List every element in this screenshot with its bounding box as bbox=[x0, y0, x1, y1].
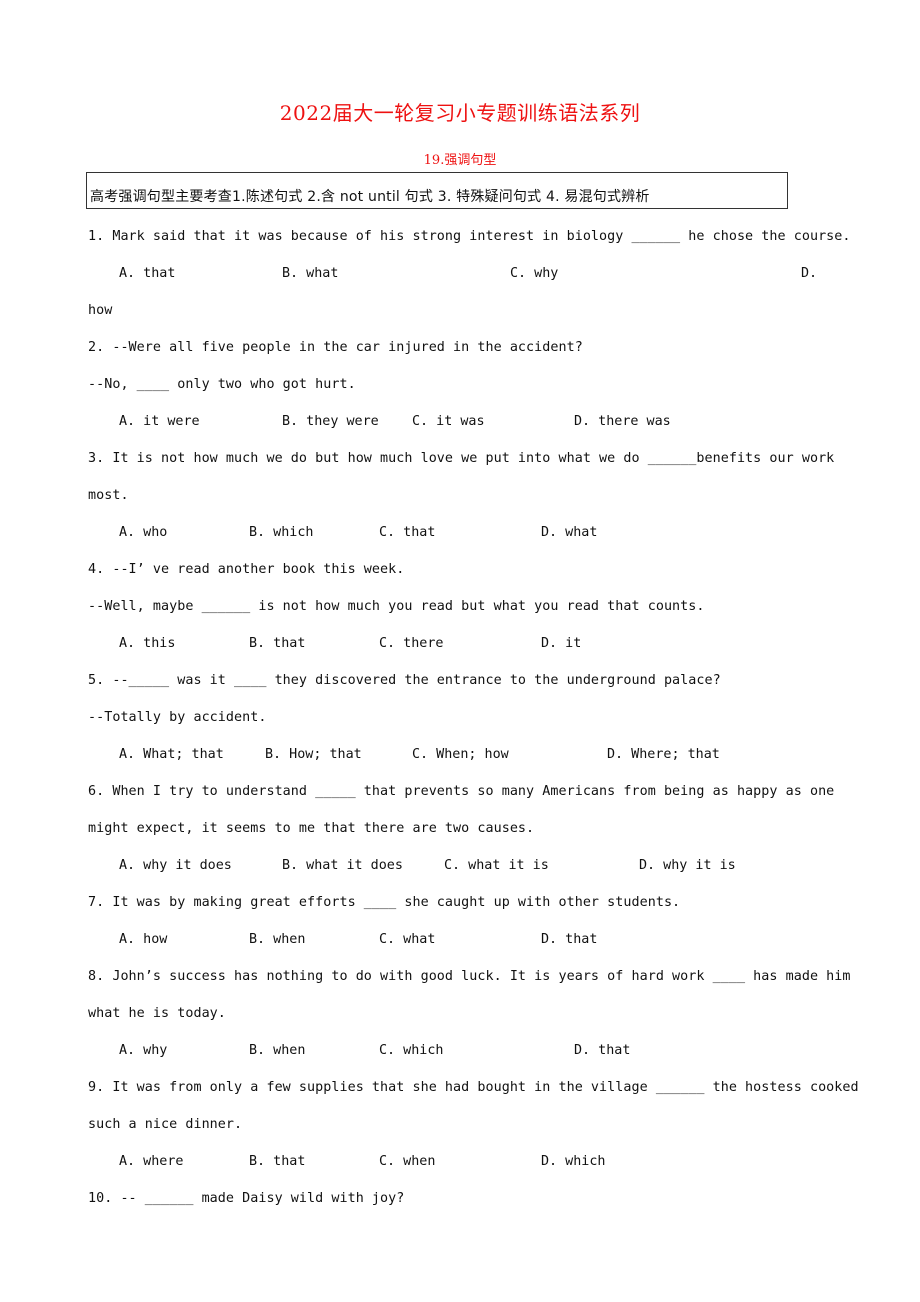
question-5-option-b[interactable]: B. How; that bbox=[265, 747, 362, 763]
question-1-option-d-text[interactable]: how bbox=[88, 303, 112, 319]
question-1-text: 1. Mark said that it was because of his … bbox=[88, 229, 851, 244]
question-10-text: 10. -- ______ made Daisy wild with joy? bbox=[88, 1191, 405, 1206]
question-6-text-line-2: might expect, it seems to me that there … bbox=[88, 821, 535, 836]
question-7-option-a[interactable]: A. how bbox=[119, 932, 167, 948]
question-7-option-c[interactable]: C. what bbox=[379, 932, 435, 948]
question-2-option-a[interactable]: A. it were bbox=[119, 414, 200, 430]
document-title: 2022届大一轮复习小专题训练语法系列 bbox=[279, 101, 641, 125]
question-6-option-b[interactable]: B. what it does bbox=[282, 858, 403, 874]
question-5-option-c[interactable]: C. When; how bbox=[412, 747, 509, 763]
question-1-option-b[interactable]: B. what bbox=[282, 266, 338, 282]
question-3-option-d[interactable]: D. what bbox=[541, 525, 597, 541]
question-4-text-line-2: --Well, maybe ______ is not how much you… bbox=[88, 599, 705, 614]
document-subtitle: 19.强调句型 bbox=[423, 153, 497, 168]
question-5-text-line-1: 5. --_____ was it ____ they discovered t… bbox=[88, 673, 721, 688]
question-2-option-d[interactable]: D. there was bbox=[574, 414, 671, 430]
question-2-text-line-2: --No, ____ only two who got hurt. bbox=[88, 377, 356, 392]
question-3-option-b[interactable]: B. which bbox=[249, 525, 314, 541]
question-8-text-line-2: what he is today. bbox=[88, 1006, 226, 1021]
question-4-option-a[interactable]: A. this bbox=[119, 636, 175, 652]
question-9-option-c[interactable]: C. when bbox=[379, 1154, 435, 1170]
question-2-text-line-1: 2. --Were all five people in the car inj… bbox=[88, 340, 583, 355]
question-9-option-b[interactable]: B. that bbox=[249, 1154, 305, 1170]
question-7-option-d[interactable]: D. that bbox=[541, 932, 597, 948]
question-7-text: 7. It was by making great efforts ____ s… bbox=[88, 895, 681, 910]
question-3-text-line-1: 3. It is not how much we do but how much… bbox=[88, 451, 835, 466]
question-6-option-a[interactable]: A. why it does bbox=[119, 858, 232, 874]
question-5-option-a[interactable]: A. What; that bbox=[119, 747, 224, 763]
question-5-text-line-2: --Totally by accident. bbox=[88, 710, 267, 725]
question-8-option-d[interactable]: D. that bbox=[574, 1043, 630, 1059]
question-7-option-b[interactable]: B. when bbox=[249, 932, 305, 948]
question-4-option-d[interactable]: D. it bbox=[541, 636, 581, 652]
question-8-option-c[interactable]: C. which bbox=[379, 1043, 444, 1059]
question-3-option-a[interactable]: A. who bbox=[119, 525, 167, 541]
question-3-option-c[interactable]: C. that bbox=[379, 525, 435, 541]
question-2-option-b[interactable]: B. they were bbox=[282, 414, 379, 430]
question-5-option-d[interactable]: D. Where; that bbox=[607, 747, 720, 763]
question-9-option-d[interactable]: D. which bbox=[541, 1154, 606, 1170]
question-6-option-d[interactable]: D. why it is bbox=[639, 858, 736, 874]
question-6-text-line-1: 6. When I try to understand _____ that p… bbox=[88, 784, 835, 799]
question-2-option-c[interactable]: C. it was bbox=[412, 414, 485, 430]
question-6-option-c[interactable]: C. what it is bbox=[444, 858, 549, 874]
question-1-option-a[interactable]: A. that bbox=[119, 266, 175, 282]
question-1-option-c[interactable]: C. why bbox=[510, 266, 558, 282]
question-3-text-line-2: most. bbox=[88, 488, 129, 503]
question-4-option-c[interactable]: C. there bbox=[379, 636, 444, 652]
question-9-text-line-1: 9. It was from only a few supplies that … bbox=[88, 1080, 859, 1095]
question-4-option-b[interactable]: B. that bbox=[249, 636, 305, 652]
question-1-option-d[interactable]: D. bbox=[801, 266, 817, 282]
question-8-option-b[interactable]: B. when bbox=[249, 1043, 305, 1059]
question-9-text-line-2: such a nice dinner. bbox=[88, 1117, 243, 1132]
question-8-text-line-1: 8. John’s success has nothing to do with… bbox=[88, 969, 851, 984]
question-8-option-a[interactable]: A. why bbox=[119, 1043, 167, 1059]
topic-summary-box: 高考强调句型主要考查1.陈述句式 2.含 not until 句式 3. 特殊疑… bbox=[86, 172, 788, 209]
question-9-option-a[interactable]: A. where bbox=[119, 1154, 184, 1170]
question-4-text-line-1: 4. --I’ ve read another book this week. bbox=[88, 562, 405, 577]
